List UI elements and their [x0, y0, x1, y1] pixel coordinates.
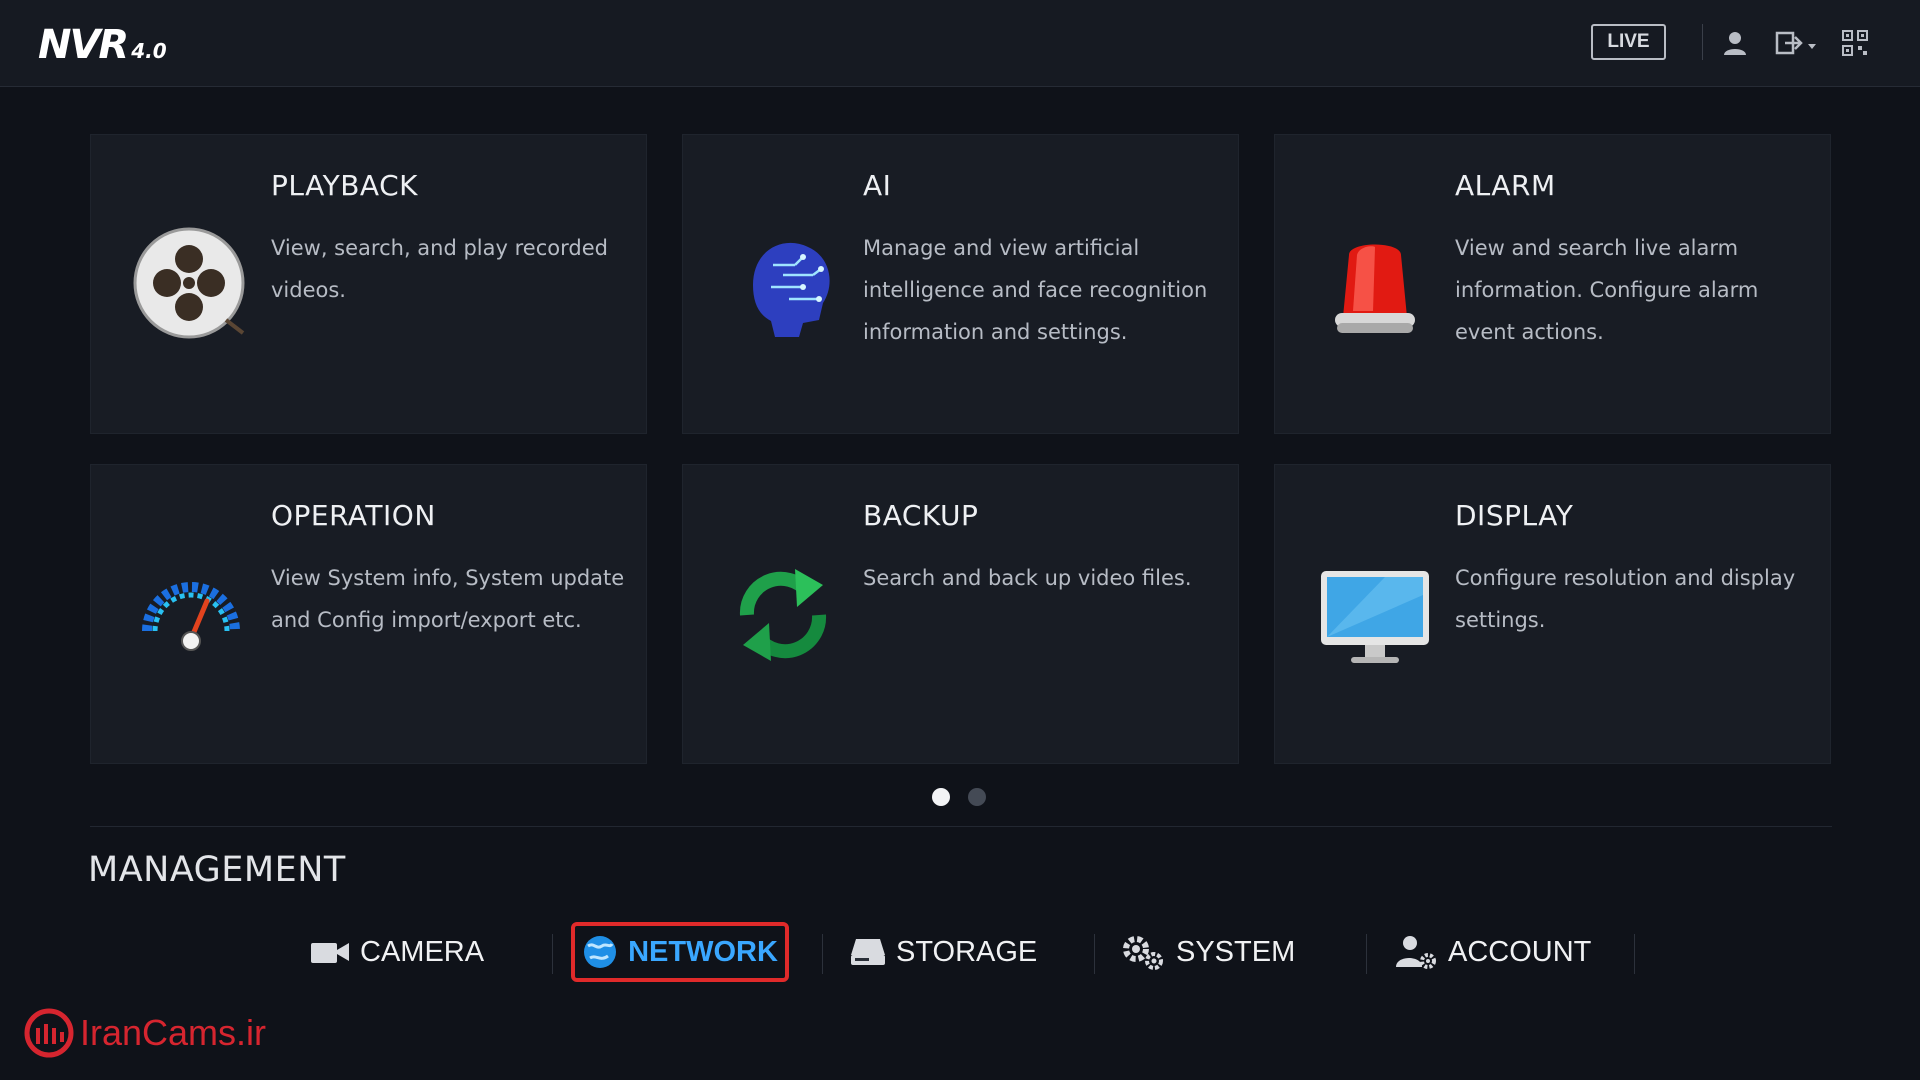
- page-dot-2[interactable]: [968, 788, 986, 806]
- user-settings-icon: [1396, 936, 1436, 969]
- management-separator: [1094, 934, 1095, 974]
- management-label: SYSTEM: [1176, 935, 1296, 968]
- top-bar: NVR 4.0 LIVE: [0, 0, 1920, 87]
- management-separator: [552, 934, 553, 974]
- management-storage[interactable]: STORAGE: [840, 922, 1047, 982]
- section-divider: [90, 826, 1832, 827]
- hard-drive-icon: [851, 939, 885, 965]
- refresh-icon: [739, 569, 827, 661]
- qr-code-icon[interactable]: [1840, 28, 1870, 58]
- management-account[interactable]: ACCOUNT: [1384, 922, 1601, 982]
- tile-description: View and search live alarm information. …: [1455, 236, 1759, 344]
- management-label: NETWORK: [628, 935, 778, 968]
- speedometer-icon: [142, 582, 240, 651]
- tile-description: View System info, System update and Conf…: [271, 566, 625, 632]
- brand-text: IranCams.ir: [80, 1012, 267, 1053]
- tile-playback[interactable]: PLAYBACK View, search, and play recorded…: [90, 134, 647, 434]
- tile-display[interactable]: DISPLAY Configure resolution and display…: [1274, 464, 1831, 764]
- header-divider: [1702, 24, 1703, 60]
- tile-title: ALARM: [1455, 169, 1556, 202]
- brand-watermark: IranCams.ir: [24, 1008, 266, 1058]
- management-label: STORAGE: [896, 935, 1038, 968]
- brand-logo-icon: [24, 1008, 74, 1058]
- nvr-logo: NVR 4.0: [38, 22, 167, 68]
- management-bar: CAMERA NETWORK STORAGE SYSTEM ACCOUNT: [290, 922, 1690, 982]
- tile-ai[interactable]: AI Manage and view artificial intelligen…: [682, 134, 1239, 434]
- film-reel-icon: [133, 227, 245, 339]
- management-title: MANAGEMENT: [88, 850, 346, 890]
- management-system[interactable]: SYSTEM: [1110, 922, 1305, 982]
- page-dot-1[interactable]: [932, 788, 950, 806]
- monitor-icon: [1321, 571, 1429, 663]
- tile-title: AI: [863, 169, 892, 202]
- tile-alarm[interactable]: ALARM View and search live alarm informa…: [1274, 134, 1831, 434]
- tile-description: Configure resolution and display setting…: [1455, 566, 1796, 632]
- user-icon[interactable]: [1720, 28, 1750, 58]
- management-separator: [1366, 934, 1367, 974]
- management-label: CAMERA: [360, 935, 485, 968]
- tile-title: OPERATION: [271, 499, 436, 532]
- ai-head-icon: [753, 242, 830, 337]
- management-separator: [822, 934, 823, 974]
- tile-description: Manage and view artificial intelligence …: [863, 236, 1208, 344]
- gears-icon: [1123, 936, 1163, 970]
- tile-description: View, search, and play recorded videos.: [271, 236, 608, 302]
- tile-title: BACKUP: [863, 499, 979, 532]
- globe-icon: [584, 936, 617, 968]
- alarm-siren-icon: [1335, 244, 1415, 333]
- live-button[interactable]: LIVE: [1591, 24, 1666, 60]
- management-camera[interactable]: CAMERA: [300, 922, 494, 982]
- page-indicator: [932, 788, 986, 806]
- camera-icon: [311, 943, 349, 963]
- management-label: ACCOUNT: [1448, 935, 1592, 968]
- tile-title: DISPLAY: [1455, 499, 1574, 532]
- logout-icon[interactable]: [1774, 28, 1820, 58]
- tile-operation[interactable]: OPERATION View System info, System updat…: [90, 464, 647, 764]
- logo-version: 4.0: [131, 39, 167, 63]
- logo-main: NVR: [38, 22, 129, 68]
- tile-title: PLAYBACK: [271, 169, 418, 202]
- management-separator: [1634, 934, 1635, 974]
- tile-backup[interactable]: BACKUP Search and back up video files.: [682, 464, 1239, 764]
- tile-description: Search and back up video files.: [863, 566, 1192, 590]
- management-network[interactable]: NETWORK: [571, 922, 789, 982]
